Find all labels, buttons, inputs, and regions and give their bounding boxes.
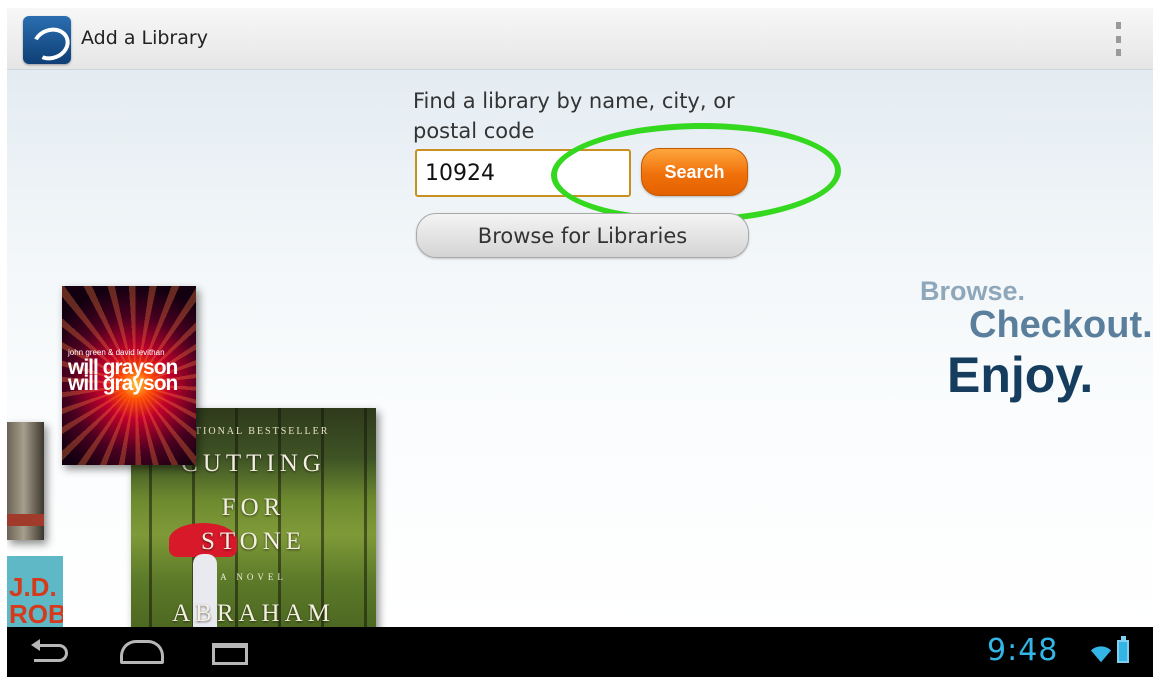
browse-libraries-button[interactable]: Browse for Libraries xyxy=(416,213,749,258)
book-cover-will-grayson: john green & david levithan will grayson… xyxy=(62,286,196,465)
system-nav-bar: 9:48 xyxy=(7,627,1153,677)
tagline-checkout: Checkout. xyxy=(969,304,1153,346)
tagline-browse: Browse. xyxy=(920,276,1026,306)
jd-author-line-2: ROBB xyxy=(9,599,63,629)
jd-author-line-1: J.D. xyxy=(9,572,57,602)
book-cover-left-top xyxy=(7,422,44,540)
overflow-menu-icon[interactable] xyxy=(1113,22,1123,56)
search-button[interactable]: Search xyxy=(641,148,748,196)
library-search-input[interactable] xyxy=(415,149,631,197)
search-prompt: Find a library by name, city, or postal … xyxy=(413,89,735,143)
book-title-line-2: FOR xyxy=(221,494,286,521)
action-bar-title: Add a Library xyxy=(81,27,208,49)
wifi-icon xyxy=(1090,646,1112,663)
tagline-enjoy: Enjoy. xyxy=(947,347,1094,403)
status-clock: 9:48 xyxy=(987,633,1059,668)
book-title-line-3: STONE xyxy=(200,528,307,555)
action-bar: Add a Library xyxy=(7,8,1153,70)
book-title: will grayson will grayson xyxy=(68,357,178,395)
back-icon[interactable] xyxy=(31,639,68,662)
battery-charging-icon xyxy=(1117,636,1129,663)
overdrive-logo-icon[interactable] xyxy=(23,16,71,64)
book-subtitle: A NOVEL xyxy=(220,572,287,582)
screen: Add a Library Find a library by name, ci… xyxy=(7,8,1153,677)
book-title-line-2: will grayson xyxy=(68,372,178,395)
recent-apps-icon[interactable] xyxy=(212,643,248,665)
home-icon[interactable] xyxy=(120,640,164,664)
book-author: ABRAHAM xyxy=(172,600,335,627)
